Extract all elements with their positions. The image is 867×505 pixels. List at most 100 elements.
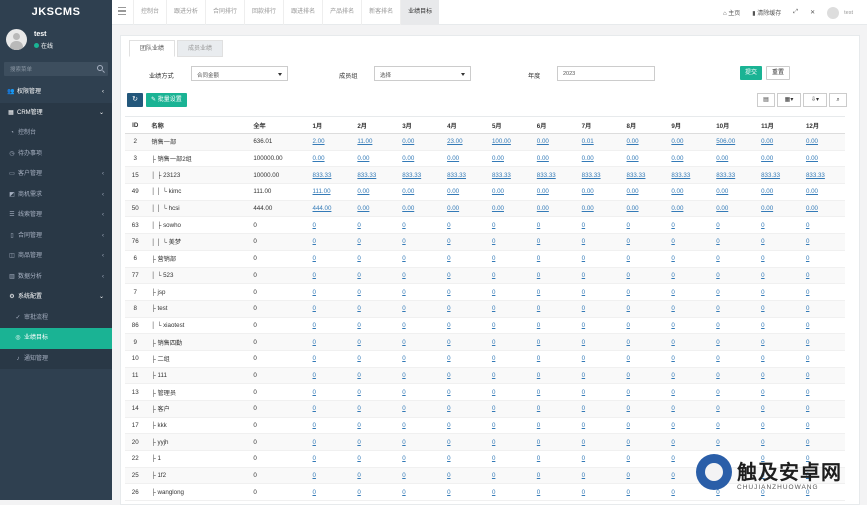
month-target-link[interactable]: 0: [716, 238, 719, 245]
tab-7[interactable]: 业绩目标: [400, 0, 440, 25]
month-target-link[interactable]: 111.00: [313, 188, 331, 195]
column-header[interactable]: 名称: [145, 116, 248, 134]
reset-button[interactable]: 重置: [766, 66, 791, 80]
method-select[interactable]: 合同金额: [191, 66, 288, 81]
month-target-link[interactable]: 0: [627, 272, 630, 279]
month-target-link[interactable]: 0: [492, 289, 495, 296]
month-target-link[interactable]: 0: [357, 238, 360, 245]
month-target-link[interactable]: 0.00: [806, 138, 818, 145]
month-target-link[interactable]: 0: [537, 439, 540, 446]
month-target-link[interactable]: 0: [671, 472, 674, 479]
month-target-link[interactable]: 0: [761, 389, 764, 396]
sidebar-item-0[interactable]: 👥 权限管理 ‹: [0, 82, 112, 103]
month-target-link[interactable]: 0: [313, 289, 316, 296]
month-target-link[interactable]: 0: [313, 472, 316, 479]
month-target-link[interactable]: 0: [447, 322, 450, 329]
month-target-link[interactable]: 0: [716, 372, 719, 379]
month-target-link[interactable]: 0.00: [627, 155, 639, 162]
month-target-link[interactable]: 0: [582, 472, 585, 479]
month-target-link[interactable]: 0.00: [671, 138, 683, 145]
month-target-link[interactable]: 0: [582, 389, 585, 396]
month-target-link[interactable]: 0.00: [671, 205, 683, 212]
column-header[interactable]: 8月: [620, 116, 666, 134]
month-target-link[interactable]: 0: [582, 289, 585, 296]
refresh-button[interactable]: ↻: [127, 93, 143, 107]
sidebar-item-13[interactable]: ♪ 通知管理: [0, 348, 112, 369]
month-target-link[interactable]: 0: [492, 322, 495, 329]
user-menu[interactable]: test: [821, 6, 867, 19]
month-target-link[interactable]: 0: [671, 439, 674, 446]
month-target-link[interactable]: 0: [806, 289, 809, 296]
month-target-link[interactable]: 0: [761, 289, 764, 296]
month-target-link[interactable]: 0: [537, 472, 540, 479]
month-target-link[interactable]: 0: [357, 289, 360, 296]
column-header[interactable]: 9月: [665, 116, 711, 134]
month-target-link[interactable]: 0.00: [761, 138, 773, 145]
month-target-link[interactable]: 0.00: [761, 188, 773, 195]
month-target-link[interactable]: 0: [492, 439, 495, 446]
month-target-link[interactable]: 0: [357, 372, 360, 379]
month-target-link[interactable]: 0: [447, 305, 450, 312]
month-target-link[interactable]: 0.00: [761, 155, 773, 162]
column-header[interactable]: 1月: [306, 116, 352, 134]
month-target-link[interactable]: 0: [537, 289, 540, 296]
month-target-link[interactable]: 0.00: [357, 188, 369, 195]
clear-cache-button[interactable]: ▮ 清除缓存: [746, 8, 787, 17]
month-target-link[interactable]: 0: [582, 305, 585, 312]
month-target-link[interactable]: 0.00: [537, 138, 549, 145]
table-row[interactable]: 77 │ └ 523 0 0 0 0 0 0 0 0 0 0 0 0 0: [125, 267, 845, 285]
column-header[interactable]: ID: [125, 116, 146, 134]
table-row[interactable]: 15 │ ├ 23123 10000.00 833.33 833.33 833.33 833…: [125, 166, 845, 185]
month-target-link[interactable]: 0: [357, 305, 360, 312]
month-target-link[interactable]: 0: [447, 439, 450, 446]
month-target-link[interactable]: 100.00: [492, 138, 511, 145]
month-target-link[interactable]: 0.00: [627, 188, 639, 195]
month-target-link[interactable]: 0: [671, 389, 674, 396]
export-dropdown-button[interactable]: ⇩▾: [803, 93, 827, 107]
month-target-link[interactable]: 0: [627, 489, 630, 496]
tab-member-performance[interactable]: 成员业绩: [177, 40, 224, 57]
month-target-link[interactable]: 0: [806, 405, 809, 412]
month-target-link[interactable]: 0.00: [357, 205, 369, 212]
month-target-link[interactable]: 833.33: [806, 172, 825, 179]
month-target-link[interactable]: 0: [402, 455, 405, 462]
month-target-link[interactable]: 0: [357, 322, 360, 329]
tab-6[interactable]: 新客排名: [361, 0, 400, 25]
month-target-link[interactable]: 0.00: [761, 205, 773, 212]
batch-setting-button[interactable]: ✎ 批量设置: [146, 93, 187, 107]
tab-3[interactable]: 回款排行: [244, 0, 283, 25]
month-target-link[interactable]: 0: [671, 222, 674, 229]
month-target-link[interactable]: 0: [357, 455, 360, 462]
month-target-link[interactable]: 0: [627, 222, 630, 229]
month-target-link[interactable]: 0: [447, 238, 450, 245]
month-target-link[interactable]: 833.33: [716, 172, 735, 179]
month-target-link[interactable]: 0: [357, 222, 360, 229]
table-row[interactable]: 8 ├ test 0 0 0 0 0 0 0 0 0 0 0 0 0: [125, 300, 845, 318]
month-target-link[interactable]: 833.33: [313, 172, 332, 179]
month-target-link[interactable]: 0: [761, 372, 764, 379]
month-target-link[interactable]: 0.00: [492, 155, 504, 162]
settings-icon[interactable]: ✕: [804, 9, 821, 16]
month-target-link[interactable]: 0: [671, 255, 674, 262]
month-target-link[interactable]: 0: [806, 372, 809, 379]
month-target-link[interactable]: 0: [627, 255, 630, 262]
sidebar-item-3[interactable]: ◷ 待办事项: [0, 143, 112, 164]
toggle-view-button[interactable]: ▤: [757, 93, 775, 107]
month-target-link[interactable]: 0: [447, 372, 450, 379]
month-target-link[interactable]: 0: [806, 339, 809, 346]
month-target-link[interactable]: 0: [716, 272, 719, 279]
month-target-link[interactable]: 0: [313, 422, 316, 429]
month-target-link[interactable]: 0: [357, 355, 360, 362]
month-target-link[interactable]: 0: [671, 238, 674, 245]
month-target-link[interactable]: 0: [761, 238, 764, 245]
month-target-link[interactable]: 0: [671, 305, 674, 312]
submit-button[interactable]: 提交: [740, 66, 763, 80]
month-target-link[interactable]: 0: [537, 455, 540, 462]
month-target-link[interactable]: 0: [582, 339, 585, 346]
month-target-link[interactable]: 0: [627, 238, 630, 245]
table-row[interactable]: 86 │ └ xiaotest 0 0 0 0 0 0 0 0 0 0 0 0 0: [125, 317, 845, 335]
month-target-link[interactable]: 0: [627, 439, 630, 446]
month-target-link[interactable]: 0: [582, 372, 585, 379]
month-target-link[interactable]: 0: [313, 339, 316, 346]
month-target-link[interactable]: 0: [402, 372, 405, 379]
